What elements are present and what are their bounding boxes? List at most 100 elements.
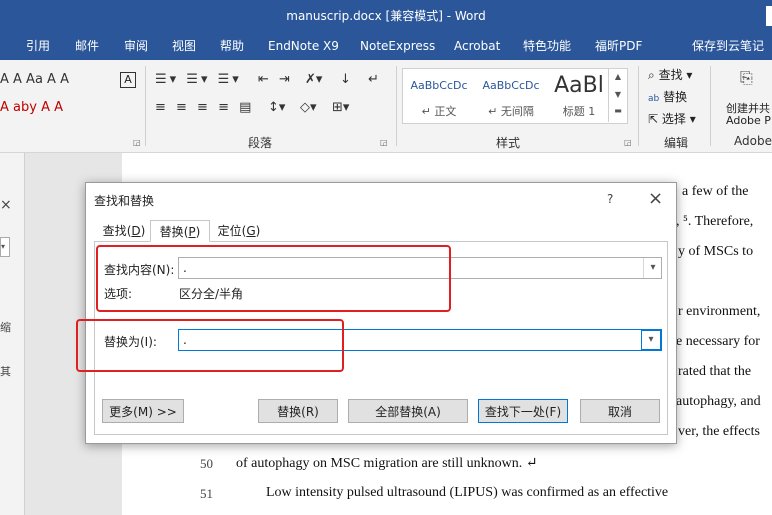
find-button[interactable]: ⌕ 查找 ▾ [648, 66, 692, 83]
tab-goto-label: 定位 [217, 224, 242, 238]
line-number: 51 [200, 486, 213, 501]
paragraph-group-label: 段落 [248, 136, 273, 150]
doc-text-fragment: ver, the effects [678, 424, 760, 439]
find-label: 查找 [658, 68, 683, 82]
tab-view[interactable]: 视图 [172, 32, 196, 60]
ribbon-separator [710, 66, 711, 146]
ribbon-separator [396, 66, 397, 146]
ribbon: A A Aa A A A A aby A A ◲ ☰▾ ☰▾ ☰▾ ⇤ ⇥ ✗▾… [0, 60, 772, 153]
font-color-controls[interactable]: A aby A A [0, 100, 63, 116]
tab-save-to-cloud[interactable]: 保存到云笔记 [692, 32, 764, 60]
expand-gallery-icon[interactable]: ▬ [609, 104, 627, 118]
chevron-down-icon[interactable]: ▼ [609, 86, 627, 104]
line-spacing-icon[interactable]: ↕▾ [268, 100, 285, 115]
dialog-title: 查找和替换 [94, 194, 155, 208]
tab-goto-key: G [246, 224, 256, 238]
tab-noteexpress[interactable]: NoteExpress [360, 32, 435, 60]
find-next-button[interactable]: 查找下一处(F) [478, 399, 568, 423]
replace-label: 替换 [663, 90, 688, 104]
create-share-icon[interactable]: ⎘ [740, 68, 753, 88]
tab-goto[interactable]: 定位(G) [214, 220, 264, 242]
paragraph-dialog-launcher-icon[interactable]: ◲ [380, 138, 388, 147]
styles-gallery: AaBbCcDc ↵ 正文 AaBbCcDc ↵ 无间隔 AaBl 标题 1 [402, 68, 628, 124]
find-replace-dialog: 查找和替换 ? × 查找(D) 替换(P) 定位(G) 查找内容(N): . ▾… [85, 182, 677, 444]
sort-icon[interactable]: ↓ [340, 72, 351, 87]
ribbon-separator [145, 66, 146, 146]
window-control-edge[interactable] [766, 6, 772, 26]
tab-replace-key: P [188, 225, 196, 239]
style-sample-text: AaBbCcDc [410, 79, 468, 92]
chinese-layout-icon[interactable]: ✗▾ [305, 72, 322, 87]
replace-icon: ab [648, 94, 660, 104]
close-icon[interactable]: × [648, 188, 663, 209]
indent-icon[interactable]: ⇤ ⇥ [258, 72, 293, 87]
doc-text-fragment: r environment, [678, 304, 761, 319]
chevron-down-icon[interactable]: ▾ [643, 258, 662, 278]
tab-special-features[interactable]: 特色功能 [523, 32, 571, 60]
style-normal[interactable]: AaBbCcDc ↵ 正文 [403, 69, 475, 123]
style-name-label: 标题 1 [562, 105, 596, 118]
tab-find-label: 查找 [102, 224, 127, 238]
select-label: 选择 [661, 112, 686, 126]
ribbon-separator [638, 66, 639, 146]
styles-dialog-launcher-icon[interactable]: ◲ [624, 138, 632, 147]
ribbon-tab-bar: 引用 邮件 审阅 视图 帮助 EndNote X9 NoteExpress Ac… [0, 32, 772, 60]
shading-icon[interactable]: ◇▾ [300, 100, 317, 115]
more-button[interactable]: 更多(M) >> [102, 399, 184, 423]
close-icon[interactable]: × [0, 197, 12, 213]
tab-replace-label: 替换 [159, 225, 184, 239]
borders-icon[interactable]: ⊞▾ [332, 100, 349, 115]
replace-all-button[interactable]: 全部替换(A) [348, 399, 468, 423]
style-heading-1[interactable]: AaBl 标题 1 [547, 69, 611, 123]
style-no-spacing[interactable]: AaBbCcDc ↵ 无间隔 [475, 69, 547, 123]
style-name-text: 正文 [434, 105, 457, 118]
tab-review[interactable]: 审阅 [124, 32, 148, 60]
create-share-label-2[interactable]: Adobe P [726, 114, 771, 127]
tab-help[interactable]: 帮助 [220, 32, 244, 60]
search-icon: ⌕ [648, 68, 655, 82]
nav-text-fragment: 其 [0, 365, 11, 378]
show-marks-icon[interactable]: ↵ [368, 72, 379, 87]
doc-text-fragment: y of MSCs to [678, 244, 754, 259]
adobe-group-label: Adobe [734, 134, 772, 148]
help-button[interactable]: ? [607, 192, 613, 206]
navigation-pane: × ▾ 缩 其 [0, 153, 25, 515]
replace-ribbon-button[interactable]: ab 替换 [648, 88, 687, 105]
tab-acrobat[interactable]: Acrobat [454, 32, 500, 60]
char-border-icon[interactable]: A [120, 72, 136, 88]
styles-scroll[interactable]: ▲ ▼ ▬ [608, 68, 627, 122]
style-name-label: ↵ 正文 [421, 105, 457, 118]
style-name-text: 无间隔 [500, 105, 534, 118]
tab-references[interactable]: 引用 [26, 32, 50, 60]
annotation-highlight-replace [76, 319, 344, 372]
line-number: 50 [200, 456, 213, 471]
tab-replace[interactable]: 替换(P) [150, 220, 210, 242]
bullets-numbering-icon[interactable]: ☰▾ ☰▾ ☰▾ [155, 72, 242, 87]
replace-button[interactable]: 替换(R) [258, 399, 338, 423]
doc-text-fragment: autophagy, and [676, 394, 761, 409]
font-size-controls[interactable]: A A Aa A A [0, 72, 69, 88]
doc-text-fragment: e necessary for [676, 334, 760, 349]
doc-text-fragment: rated that the [678, 364, 752, 379]
tab-endnote[interactable]: EndNote X9 [268, 32, 339, 60]
tab-find[interactable]: 查找(D) [100, 220, 148, 242]
doc-line: of autophagy on MSC migration are still … [236, 456, 538, 471]
doc-text-fragment: , ⁵. Therefore, [676, 214, 754, 229]
tab-mailings[interactable]: 邮件 [75, 32, 99, 60]
doc-text-fragment: a few of the [682, 184, 749, 199]
alignment-icons[interactable]: ≡ ≡ ≡ ≡ ▤ [155, 100, 254, 115]
editing-group-label: 编辑 [664, 136, 689, 150]
select-button[interactable]: ⇱ 选择 ▾ [648, 110, 696, 127]
styles-group-label: 样式 [496, 136, 521, 150]
chevron-down-icon[interactable]: ▾ [641, 330, 661, 350]
annotation-highlight-find [96, 245, 451, 312]
chevron-up-icon[interactable]: ▲ [609, 68, 627, 86]
cursor-icon: ⇱ [648, 112, 659, 126]
nav-text-fragment: 缩 [0, 321, 11, 334]
window-title: manuscrip.docx [兼容模式] - Word [286, 9, 486, 23]
font-dialog-launcher-icon[interactable]: ◲ [133, 138, 141, 147]
nav-dropdown[interactable]: ▾ [0, 237, 10, 257]
cancel-button[interactable]: 取消 [580, 399, 660, 423]
tab-find-key: D [131, 224, 141, 238]
tab-foxit-pdf[interactable]: 福昕PDF [595, 32, 642, 60]
